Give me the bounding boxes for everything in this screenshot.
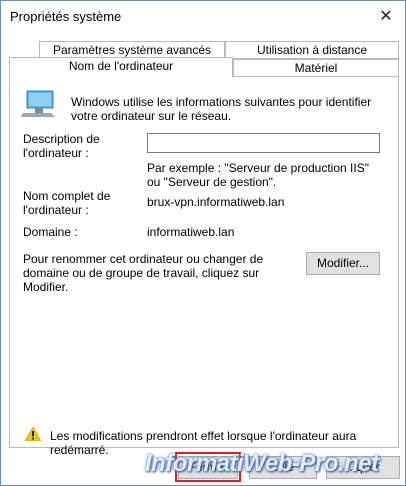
description-input[interactable] xyxy=(147,133,380,153)
watermark: InformatiWeb-Pro.net xyxy=(145,450,379,477)
rename-text: Pour renommer cet ordinateur ou changer … xyxy=(23,252,264,294)
full-name-label: Nom complet de l'ordinateur : xyxy=(23,189,111,217)
modify-button[interactable]: Modifier... xyxy=(306,252,380,275)
tab-computer-name[interactable]: Nom de l'ordinateur xyxy=(9,57,233,77)
domain-value: informatiweb.lan xyxy=(147,225,235,239)
warning-icon xyxy=(25,427,41,441)
close-button[interactable]: ✕ xyxy=(371,3,401,29)
tab-remote-use[interactable]: Utilisation à distance xyxy=(225,41,399,59)
description-hint: Par exemple : "Serveur de production IIS… xyxy=(147,161,369,189)
system-properties-window: Propriétés système ✕ Paramètres système … xyxy=(0,0,406,486)
intro-text: Windows utilise les informations suivant… xyxy=(71,95,372,123)
tab-strip: Paramètres système avancés Utilisation à… xyxy=(9,41,399,77)
description-label: Description de l'ordinateur : xyxy=(23,132,100,160)
window-title: Propriétés système xyxy=(10,9,122,24)
title-bar: Propriétés système ✕ xyxy=(1,1,405,31)
full-name-value: brux-vpn.informatiweb.lan xyxy=(147,195,285,209)
tab-hardware[interactable]: Matériel xyxy=(233,59,399,77)
domain-label: Domaine : xyxy=(23,225,78,239)
computer-icon xyxy=(21,90,55,117)
